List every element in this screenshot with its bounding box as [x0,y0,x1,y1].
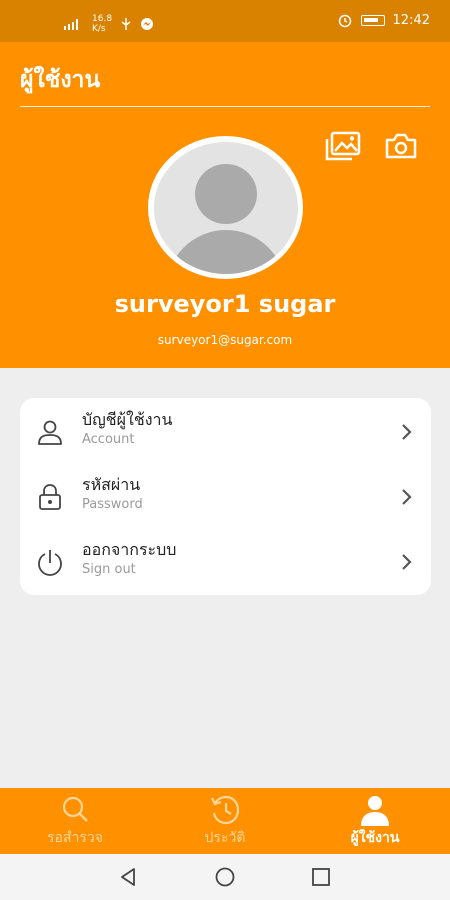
menu-label-en: Sign out [82,562,136,577]
status-left-icons: 16.8 K/s [62,14,154,34]
avatar[interactable] [148,136,303,279]
gallery-icon [325,131,361,161]
nav-label: ผู้ใช้งาน [350,830,400,846]
profile-header: ผู้ใช้งาน surveyor1 sugar surveyor1@suga… [0,42,450,368]
back-icon[interactable] [117,866,139,888]
alarm-icon [338,14,351,28]
user-email: surveyor1@sugar.com [157,333,293,347]
search-icon [62,796,88,822]
bottom-nav: รอสำรวจ ประวัติ ผู้ใช้งาน [0,788,450,854]
menu-label-th: บัญชีผู้ใช้งาน [82,410,173,429]
user-icon [361,796,389,826]
recents-icon[interactable] [310,866,332,888]
messenger-icon [141,18,154,30]
user-name: surveyor1 sugar [114,290,336,318]
menu-item-password[interactable]: รหัสผ่าน Password [20,465,431,529]
gallery-button[interactable] [324,130,362,162]
chevron-right-icon [402,424,412,440]
menu-label-en: Account [82,432,135,447]
nav-label: รอสำรวจ [47,830,103,846]
chevron-right-icon [402,554,412,570]
nav-tab-user[interactable]: ผู้ใช้งาน [300,788,450,854]
settings-menu-card: บัญชีผู้ใช้งาน Account รหัสผ่าน Password… [20,398,431,595]
status-time: 12:42 [392,12,430,28]
nav-tab-history[interactable]: ประวัติ [150,788,300,854]
person-icon [38,420,62,445]
nav-tab-pending-survey[interactable]: รอสำรวจ [0,788,150,854]
camera-icon [385,133,417,159]
menu-item-sign-out[interactable]: ออกจากระบบ Sign out [20,530,431,594]
menu-label-en: Password [82,497,143,512]
network-speed: 16.8 K/s [92,14,113,34]
avatar-placeholder-icon [153,141,298,274]
camera-button[interactable] [384,130,418,162]
status-bar: 16.8 K/s 12:42 [0,0,450,42]
page-title: ผู้ใช้งาน [20,67,101,93]
chevron-right-icon [402,489,412,505]
menu-label-th: ออกจากระบบ [82,540,177,559]
title-divider [20,106,430,107]
history-icon [211,795,240,825]
signal-icon [64,19,78,30]
nav-label: ประวัติ [204,830,246,846]
usb-icon [121,18,131,30]
status-right-icons: 12:42 [337,12,430,28]
power-icon [38,550,62,576]
system-nav-bar [0,854,450,900]
menu-label-th: รหัสผ่าน [82,475,141,494]
menu-item-account[interactable]: บัญชีผู้ใช้งาน Account [20,400,431,464]
battery-icon [360,14,385,26]
lock-icon [39,484,61,510]
home-icon[interactable] [214,866,236,888]
